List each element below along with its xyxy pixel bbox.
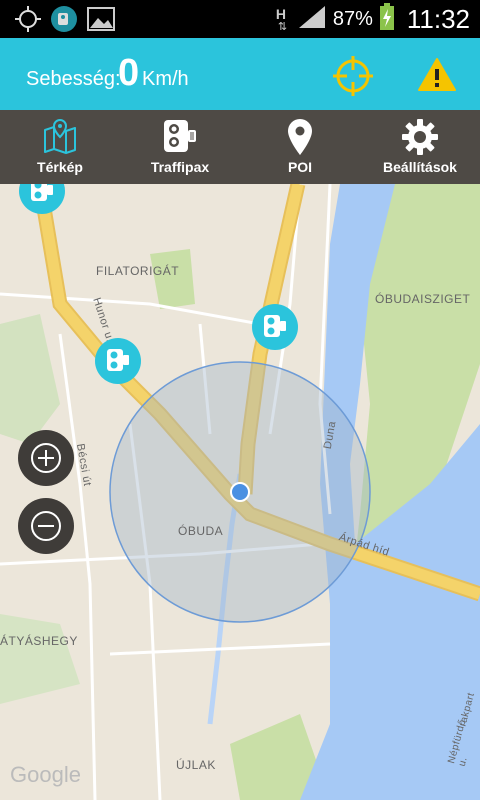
- battery-charging-icon: [379, 2, 395, 36]
- map-label-ujlak: ÚJLAK: [176, 758, 216, 772]
- map-label-obuda: ÓBUDA: [178, 524, 224, 538]
- map-label-obudaisziget: ÓBUDAISZIGET: [375, 292, 471, 306]
- minus-icon: [31, 511, 61, 541]
- speed-camera-marker[interactable]: [19, 184, 65, 214]
- map-view[interactable]: FILATORIGÁT ÓBUDAISZIGET Hunor u. Bécsi …: [0, 184, 480, 800]
- tab-poi[interactable]: POI: [240, 110, 360, 184]
- speed-unit: Km/h: [142, 68, 189, 90]
- tab-label: POI: [287, 159, 313, 175]
- speed-camera-icon: [264, 315, 286, 337]
- location-pin-icon: [287, 118, 313, 161]
- gps-icon: [14, 5, 42, 38]
- warning-icon: [418, 58, 456, 91]
- clock: 11:32: [406, 3, 470, 34]
- map-icon: [42, 118, 78, 159]
- speed-value: 0: [118, 52, 140, 94]
- speed-header: Sebesség: 0 Km/h: [0, 38, 480, 110]
- battery-percent: 87%: [332, 7, 373, 30]
- map-label-filatorigat: FILATORIGÁT: [96, 264, 180, 278]
- speed-label: Sebesség:: [26, 68, 121, 90]
- tab-settings[interactable]: Beállítások: [360, 110, 480, 184]
- google-attribution: Google: [10, 762, 81, 787]
- tab-label: Beállítások: [383, 159, 457, 175]
- signal-icon: [297, 4, 327, 35]
- report-warning-button[interactable]: [417, 57, 457, 93]
- network-type-icon: H ⇅: [275, 6, 288, 33]
- speed-camera-icon: [161, 118, 199, 159]
- zoom-out-button[interactable]: [18, 498, 74, 554]
- plus-icon: [31, 443, 61, 473]
- speed-camera-marker[interactable]: [252, 304, 298, 350]
- tab-label: Traffipax: [150, 159, 210, 175]
- locate-button[interactable]: [333, 56, 373, 96]
- tab-map[interactable]: Térkép: [0, 110, 120, 184]
- tab-speed-cameras[interactable]: Traffipax: [120, 110, 240, 184]
- speed-camera-icon: [107, 349, 129, 371]
- crosshair-icon: [333, 56, 373, 96]
- image-notification-icon: [86, 6, 116, 37]
- app-notification-icon: [50, 5, 78, 38]
- speed-camera-icon: [31, 184, 53, 201]
- status-bar: H ⇅ 87% 11:32: [0, 0, 480, 38]
- tab-label: Térkép: [37, 159, 83, 175]
- map-canvas: [0, 184, 480, 800]
- gear-icon: [401, 118, 439, 161]
- zoom-in-button[interactable]: [18, 430, 74, 486]
- map-label-hegy: ÁTYÁSHEGY: [0, 634, 78, 648]
- speed-camera-marker[interactable]: [95, 338, 141, 384]
- current-location-dot: [230, 482, 250, 502]
- tab-bar: Térkép Traffipax POI Beállítások: [0, 110, 480, 184]
